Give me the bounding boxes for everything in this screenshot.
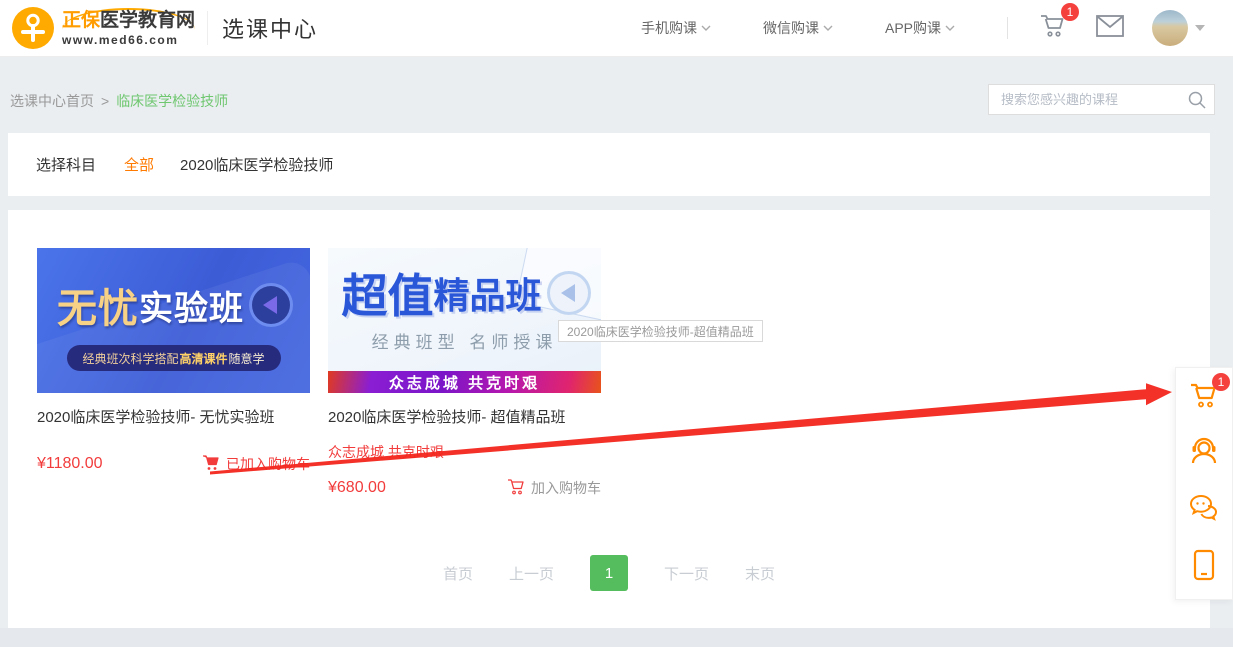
banner-title-accent: 超值 xyxy=(341,260,433,326)
chevron-down-icon xyxy=(945,25,955,32)
page: 正保医学教育网 www.med66.com 选课中心 手机购课 微信购课 AP xyxy=(0,0,1233,647)
header: 正保医学教育网 www.med66.com 选课中心 手机购课 微信购课 AP xyxy=(0,0,1233,57)
cart-count-badge: 1 xyxy=(1061,3,1079,21)
brand-name-secondary: 医学教育网 xyxy=(100,10,195,31)
cart-action-label: 已加入购物车 xyxy=(226,454,310,474)
filter-option-all[interactable]: 全部 xyxy=(124,154,154,175)
filter-label: 选择科目 xyxy=(36,154,96,175)
breadcrumb-separator: > xyxy=(101,93,109,109)
pagination-first[interactable]: 首页 xyxy=(443,563,473,584)
cart-action-label: 加入购物车 xyxy=(531,478,601,498)
banner-title-rest: 精品班 xyxy=(433,267,541,319)
avatar xyxy=(1152,10,1188,46)
nav-wechat-buy[interactable]: 微信购课 xyxy=(763,18,833,38)
breadcrumb-current: 临床医学检验技师 xyxy=(116,93,228,109)
header-divider xyxy=(207,11,208,45)
banner-title-accent: 无忧 xyxy=(57,276,139,334)
cart-outline-icon xyxy=(507,478,525,498)
logo-text: 正保医学教育网 www.med66.com xyxy=(62,8,195,47)
wechat-chat-icon xyxy=(1188,494,1220,527)
course-title[interactable]: 2020临床医学检验技师- 无忧实验班 xyxy=(37,406,310,427)
breadcrumb-row: 选课中心首页 > 临床医学检验技师 xyxy=(0,58,1233,133)
course-banner-wuyou[interactable]: 无忧实验班 经典班次科学搭配 高清课件随意学 xyxy=(37,248,310,393)
course-card-wuyou: 无忧实验班 经典班次科学搭配 高清课件随意学 2020临床医学检验技师- 无忧实… xyxy=(37,248,310,474)
add-to-cart-button[interactable]: 加入购物车 xyxy=(507,478,601,498)
brand-name-primary: 正保 xyxy=(62,10,100,31)
chevron-down-icon xyxy=(1195,25,1205,31)
page-title: 选课中心 xyxy=(222,12,318,44)
header-pipe-divider xyxy=(1007,17,1008,39)
banner-tagline: 经典班次科学搭配 高清课件随意学 xyxy=(66,345,280,371)
chevron-down-icon xyxy=(701,25,711,32)
nav-mobile-buy[interactable]: 手机购课 xyxy=(641,18,711,38)
pagination-page-1[interactable]: 1 xyxy=(590,555,628,591)
play-icon xyxy=(252,286,290,324)
filter-option-course[interactable]: 2020临床医学检验技师 xyxy=(180,154,333,175)
mail-icon xyxy=(1096,15,1124,42)
nav-app-buy[interactable]: APP购课 xyxy=(885,18,955,38)
course-hover-tooltip: 2020临床医学检验技师-超值精品班 xyxy=(558,320,763,342)
pagination-next[interactable]: 下一页 xyxy=(664,563,709,584)
pagination: 首页 上一页 1 下一页 末页 xyxy=(8,555,1210,591)
breadcrumb: 选课中心首页 > 临床医学检验技师 xyxy=(10,91,228,111)
mobile-app-button[interactable] xyxy=(1187,550,1221,584)
play-icon xyxy=(550,274,588,312)
course-card-chaozhi: 超值精品班 经典班型 名师授课 众志成城 共克时艰 2020临床医学检验技师- … xyxy=(328,248,601,498)
course-list-card: 无忧实验班 经典班次科学搭配 高清课件随意学 2020临床医学检验技师- 无忧实… xyxy=(8,210,1210,628)
wechat-chat-button[interactable] xyxy=(1187,494,1221,527)
search-icon[interactable] xyxy=(1185,90,1217,110)
header-right: 手机购课 微信购课 APP购课 xyxy=(641,10,1205,46)
pagination-last[interactable]: 末页 xyxy=(745,563,775,584)
floating-toolbar: 1 xyxy=(1175,367,1233,600)
nav-label: APP购课 xyxy=(885,18,941,38)
bottom-band xyxy=(0,628,1233,647)
banner-strip: 众志成城 共克时艰 xyxy=(328,371,601,393)
course-title[interactable]: 2020临床医学检验技师- 超值精品班 xyxy=(328,406,601,427)
search-box xyxy=(988,84,1215,115)
cart-filled-icon xyxy=(202,454,220,474)
mobile-phone-icon xyxy=(1191,549,1217,586)
breadcrumb-home[interactable]: 选课中心首页 xyxy=(10,93,94,109)
course-price: ¥1180.00 xyxy=(37,455,103,473)
nav-label: 微信购课 xyxy=(763,18,819,38)
logo-icon xyxy=(12,7,54,49)
user-menu[interactable] xyxy=(1152,10,1205,46)
search-input[interactable] xyxy=(989,92,1185,107)
nav-label: 手机购课 xyxy=(641,18,697,38)
site-logo[interactable]: 正保医学教育网 www.med66.com xyxy=(12,7,195,49)
toolbar-customer-service-button[interactable] xyxy=(1187,437,1221,471)
customer-service-icon xyxy=(1188,436,1220,473)
toolbar-cart-button[interactable]: 1 xyxy=(1187,380,1221,414)
chevron-down-icon xyxy=(823,25,833,32)
header-cart-button[interactable]: 1 xyxy=(1038,12,1068,45)
messages-button[interactable] xyxy=(1096,15,1124,42)
filter-card: 选择科目 全部 2020临床医学检验技师 xyxy=(8,133,1210,196)
site-url: www.med66.com xyxy=(62,34,195,47)
added-to-cart-button[interactable]: 已加入购物车 xyxy=(202,454,310,474)
course-promo-text: 众志成城 共克时艰 xyxy=(328,442,601,462)
course-price: ¥680.00 xyxy=(328,479,386,497)
pagination-prev[interactable]: 上一页 xyxy=(509,563,554,584)
toolbar-cart-badge: 1 xyxy=(1212,373,1230,391)
banner-title-rest: 实验班 xyxy=(139,281,244,330)
